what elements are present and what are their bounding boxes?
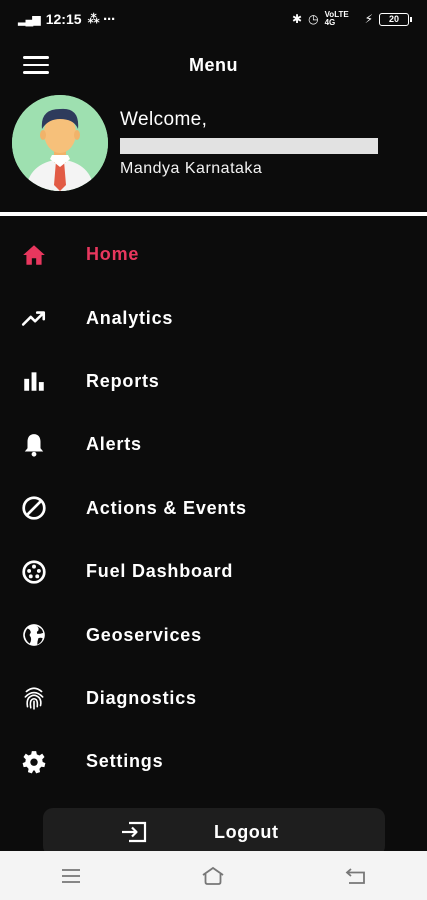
fingerprint-icon	[20, 684, 48, 712]
nav-item-alerts[interactable]: Alerts	[0, 413, 427, 476]
home-icon	[20, 241, 48, 269]
nav-label-diagnostics: Diagnostics	[86, 687, 197, 708]
charging-icon: ⚡	[364, 12, 373, 26]
status-right: ✱ ◷ VoLTE 4G ⚡ 20	[292, 10, 412, 27]
app-header: Menu	[0, 38, 427, 92]
gear-icon	[20, 748, 48, 776]
status-left: ▂▄▆ 12:15 ⁂ ⋯	[18, 11, 115, 27]
logout-button[interactable]: Logout	[43, 808, 385, 856]
globe-icon	[20, 621, 48, 649]
logout-icon	[122, 821, 147, 843]
redacted-username	[120, 138, 378, 154]
welcome-text: Welcome,	[120, 109, 208, 130]
status-bar: ▂▄▆ 12:15 ⁂ ⋯ ✱ ◷ VoLTE 4G ⚡ 20	[0, 0, 427, 38]
bar-chart-icon	[20, 367, 48, 395]
hamburger-menu-icon[interactable]	[22, 54, 50, 76]
nav-label-home: Home	[86, 244, 140, 265]
battery-level: 20	[388, 14, 399, 24]
nav-item-reports[interactable]: Reports	[0, 350, 427, 413]
logout-label: Logout	[214, 822, 279, 842]
recent-apps-button[interactable]	[51, 861, 91, 891]
nav-label-alerts: Alerts	[86, 434, 142, 455]
alarm-icon: ◷	[308, 12, 319, 26]
nav-item-geoservices[interactable]: Geoservices	[0, 603, 427, 666]
bluetooth-icon: ✱	[292, 12, 303, 26]
system-nav-bar	[0, 851, 427, 900]
nav-menu: Home Analytics Reports Alerts Actions & …	[0, 223, 427, 794]
profile-section: Welcome, Mandya Karnataka	[0, 92, 427, 212]
back-icon	[345, 867, 365, 884]
nav-item-actions-events[interactable]: Actions & Events	[0, 477, 427, 540]
nav-label-geoservices: Geoservices	[86, 624, 202, 645]
nav-label-reports: Reports	[86, 370, 160, 391]
signal-icon: ▂▄▆	[18, 13, 41, 26]
gauge-icon	[20, 558, 48, 586]
nav-item-fuel-dashboard[interactable]: Fuel Dashboard	[0, 540, 427, 603]
notification-icons: ⁂ ⋯	[87, 12, 116, 26]
user-avatar-icon	[12, 95, 108, 191]
battery-icon: 20	[379, 12, 412, 26]
nav-label-fuel-dashboard: Fuel Dashboard	[86, 561, 234, 582]
nav-item-home[interactable]: Home	[0, 223, 427, 286]
nav-label-settings: Settings	[86, 751, 164, 772]
nav-item-analytics[interactable]: Analytics	[0, 286, 427, 349]
network-type: VoLTE 4G	[324, 10, 349, 27]
bell-icon	[20, 431, 48, 459]
nav-item-settings[interactable]: Settings	[0, 730, 427, 793]
back-button[interactable]	[336, 861, 376, 891]
avatar[interactable]	[12, 95, 108, 191]
home-outline-icon	[202, 866, 225, 885]
block-icon	[20, 494, 48, 522]
nav-item-diagnostics[interactable]: Diagnostics	[0, 667, 427, 730]
menu-lines-icon	[62, 868, 81, 883]
nav-label-actions-events: Actions & Events	[86, 497, 247, 518]
divider	[0, 212, 427, 216]
user-location: Mandya Karnataka	[120, 160, 263, 177]
nav-label-analytics: Analytics	[86, 307, 174, 328]
status-time: 12:15	[45, 11, 82, 27]
trending-up-icon	[20, 304, 48, 332]
page-title: Menu	[189, 54, 238, 75]
home-button[interactable]	[193, 861, 233, 891]
